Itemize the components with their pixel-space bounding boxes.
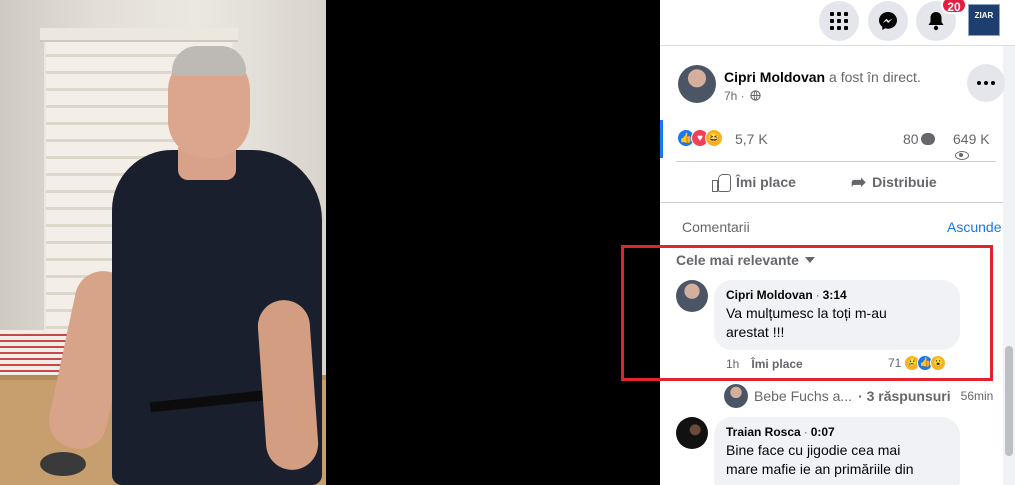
commenter-avatar[interactable] (676, 417, 708, 449)
haha-reaction-icon: 😆 (705, 129, 723, 147)
top-navigation-bar: 20 ZIAR (660, 0, 1015, 46)
scrollbar[interactable] (1003, 46, 1015, 485)
menu-grid-icon (830, 12, 848, 30)
comment-bubble: Traian Rosca · 0:07 Bine face cu jigodie c… (714, 417, 960, 485)
post-timestamp[interactable]: 7h · (724, 89, 745, 103)
comments-title: Comentarii (682, 219, 750, 235)
post-action-row: Îmi place ➦ Distribuie (676, 161, 996, 201)
share-button[interactable]: ➦ Distribuie (851, 170, 937, 194)
views-count-group: 649 K (953, 131, 1003, 163)
reply-count: · 3 răspunsuri (858, 388, 951, 404)
notification-badge: 20 (941, 0, 967, 14)
computer-mouse (40, 452, 86, 476)
account-profile-thumbnail[interactable]: ZIAR (968, 4, 1000, 36)
comment-video-timestamp[interactable]: 0:07 (811, 425, 835, 439)
comments-count-group[interactable]: 80 (903, 131, 935, 147)
author-avatar[interactable] (678, 65, 716, 103)
comments-count: 80 (903, 131, 919, 147)
reply-age: 56min (960, 389, 994, 403)
comment-text-line: mare mafie ie an primăriile din (726, 461, 914, 477)
share-button-label: Distribuie (872, 174, 937, 190)
post-action-text: a fost în direct. (829, 69, 921, 85)
share-icon: ➦ (851, 172, 867, 192)
post-author-name[interactable]: Cipri Moldovan (724, 69, 825, 85)
comments-header: Comentarii Ascunde (660, 202, 1003, 246)
view-replies-link[interactable]: Bebe Fuchs a... · 3 răspunsuri 56min (724, 384, 993, 408)
globe-icon (750, 90, 761, 101)
comment-author[interactable]: Traian Rosca (726, 425, 801, 439)
menu-button[interactable] (819, 1, 859, 41)
eye-icon (955, 151, 969, 160)
reactions-count[interactable]: 5,7 K (735, 131, 768, 147)
video-frame (0, 0, 326, 485)
like-button-label: Îmi place (736, 174, 796, 190)
profile-thumb-label: ZIAR (974, 11, 994, 20)
live-video-player[interactable] (0, 0, 660, 485)
post-stats-bar: 👍 ♥ 😆 5,7 K 80 649 K (660, 120, 1003, 160)
messenger-button[interactable] (868, 1, 908, 41)
hide-comments-link[interactable]: Ascunde (947, 219, 1001, 235)
reaction-icons[interactable]: 👍 ♥ 😆 (677, 129, 733, 149)
highlight-box (621, 245, 993, 381)
bell-icon (928, 12, 944, 31)
like-button[interactable]: Îmi place (712, 170, 796, 194)
reply-preview-author: Bebe Fuchs a... (754, 388, 853, 404)
reply-avatar (724, 384, 748, 408)
post-more-button[interactable] (967, 64, 1005, 102)
comment-icon (920, 133, 935, 145)
more-icon (977, 81, 981, 85)
post-side-panel: 20 ZIAR Cipri Moldovan a fost în direct.… (660, 0, 1015, 485)
views-count: 649 K (953, 131, 990, 147)
scrollbar-thumb[interactable] (1005, 346, 1013, 456)
thumbs-up-icon (712, 173, 731, 192)
messenger-icon (879, 12, 897, 30)
screen: 20 ZIAR Cipri Moldovan a fost în direct.… (0, 0, 1015, 485)
comment-text-line: Bine face cu jigodie cea mai (726, 442, 901, 458)
